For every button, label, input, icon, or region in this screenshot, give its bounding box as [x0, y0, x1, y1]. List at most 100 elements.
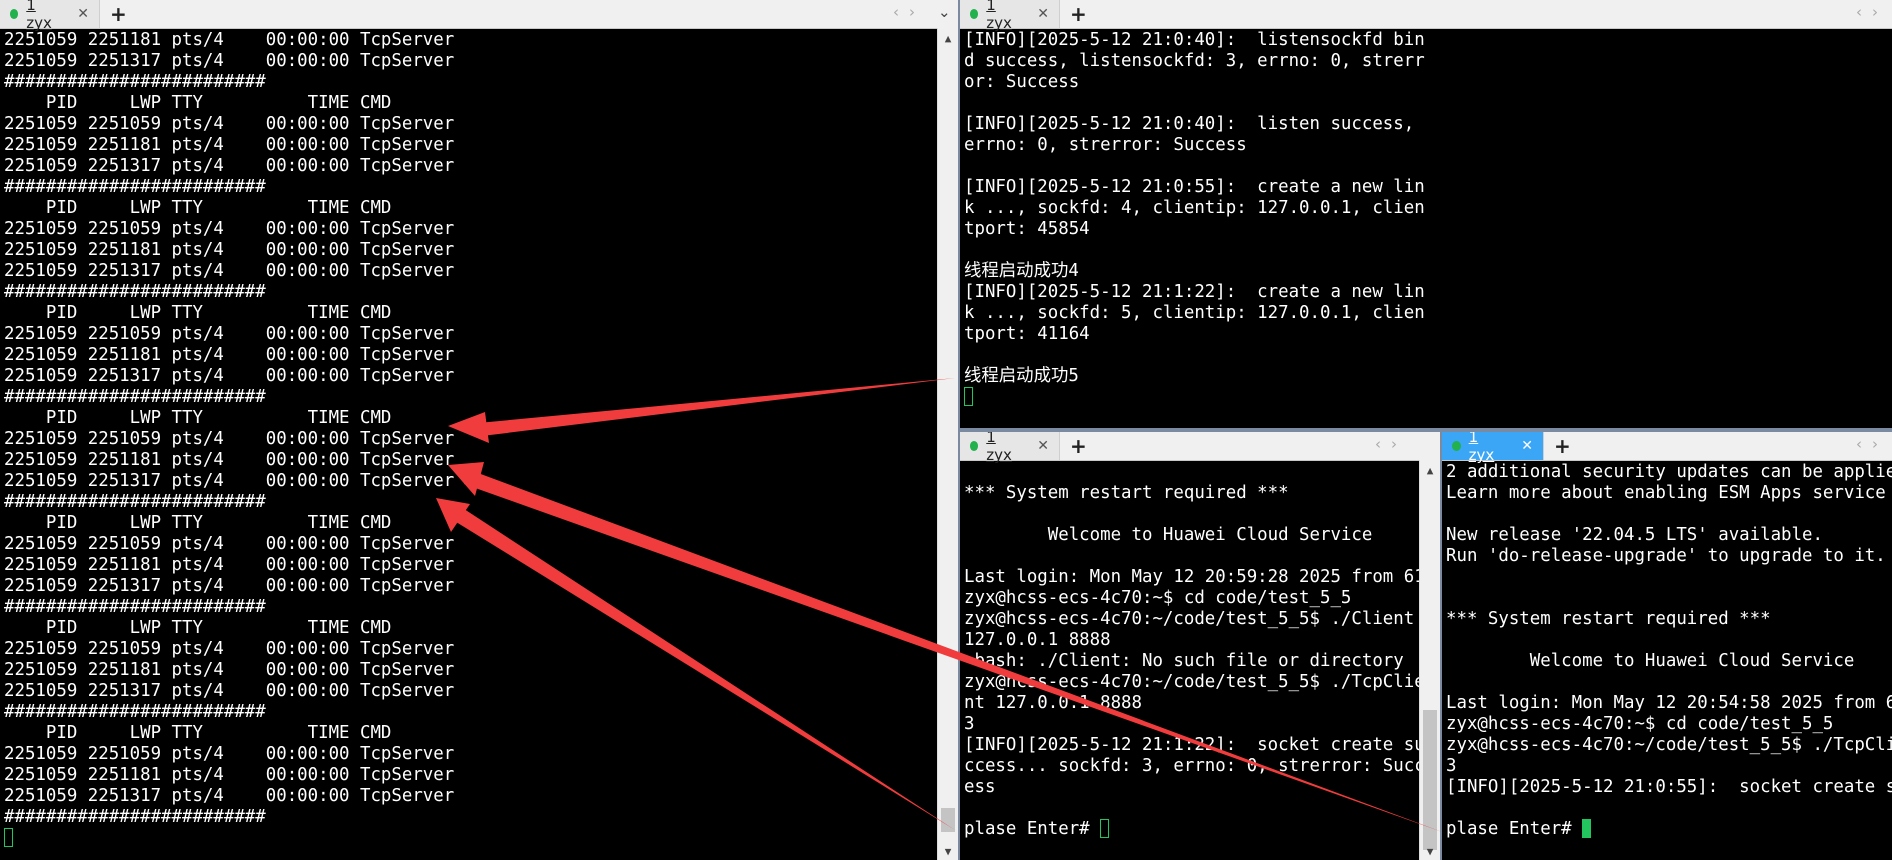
left-terminal-pane: 1 zyx ✕ + ‹› ⌄ 2251059 2251181 pts/4 00:… — [0, 0, 958, 860]
terminal-output[interactable]: *** System restart required *** Welcome … — [964, 462, 1425, 860]
chevron-left-icon[interactable]: ‹ — [893, 3, 909, 21]
scroll-thumb[interactable] — [1423, 710, 1437, 850]
terminal-line: 2251059 2251181 pts/4 00:00:00 TcpServer — [4, 345, 455, 365]
scrollbar[interactable]: ▲ ▼ — [937, 28, 958, 860]
scrollbar[interactable]: ▲ ▼ — [1419, 460, 1440, 860]
terminal-line: [INFO][2025-5-12 21:0:40]: listen succes… — [964, 114, 1415, 134]
tab-label: 1 zyx — [26, 0, 52, 32]
terminal-line: ######################### — [4, 492, 266, 512]
status-dot-icon — [1452, 441, 1461, 451]
scroll-down-icon[interactable]: ▼ — [938, 845, 958, 858]
terminal-line: PID LWP TTY TIME CMD — [4, 408, 392, 428]
plus-icon[interactable]: + — [1554, 434, 1571, 458]
scroll-up-icon[interactable]: ▲ — [1420, 464, 1440, 477]
tab-nav-arrows[interactable]: ‹› — [1375, 435, 1407, 453]
terminal-line: 2251059 2251059 pts/4 00:00:00 TcpServer — [4, 219, 455, 239]
terminal-line: 2251059 2251181 pts/4 00:00:00 TcpServer — [4, 555, 455, 575]
terminal-line: 2251059 2251181 pts/4 00:00:00 TcpServer — [4, 135, 455, 155]
terminal-line: k ..., sockfd: 5, clientip: 127.0.0.1, c… — [964, 303, 1425, 323]
plus-icon[interactable]: + — [1070, 434, 1087, 458]
tab-nav-arrows[interactable]: ‹› — [1856, 435, 1888, 453]
tab-top-right-1[interactable]: 1 zyx ✕ — [960, 0, 1060, 32]
chevron-left-icon[interactable]: ‹ — [1856, 435, 1872, 453]
terminal-line: Welcome to Huawei Cloud Service — [964, 525, 1373, 545]
terminal-line: d success, listensockfd: 3, errno: 0, st… — [964, 51, 1425, 71]
terminal-line: ccess... sockfd: 3, errno: 0, strerror: … — [964, 756, 1425, 776]
terminal-line: nt 127.0.0.1 8888 — [964, 693, 1142, 713]
text-cursor — [1100, 819, 1110, 838]
close-icon[interactable]: ✕ — [1521, 438, 1533, 454]
tab-left-1[interactable]: 1 zyx ✕ — [0, 0, 100, 32]
terminal-line: ess — [964, 777, 996, 797]
terminal-line: [INFO][2025-5-12 21:0:55]: create a new … — [964, 177, 1425, 197]
plus-icon[interactable]: + — [1070, 2, 1087, 26]
chevron-right-icon[interactable]: › — [1391, 435, 1407, 453]
tab-nav-arrows[interactable]: ‹› — [893, 3, 925, 21]
scroll-down-icon[interactable]: ▼ — [1420, 845, 1440, 858]
tab-label: 1 zyx — [1468, 432, 1495, 464]
terminal-line: zyx@hcss-ecs-4c70:~/code/test_5_5$ ./Tcp… — [964, 672, 1425, 692]
terminal-output[interactable]: 2 additional security updates can be app… — [1446, 462, 1892, 860]
scroll-up-icon[interactable]: ▲ — [938, 32, 958, 45]
terminal-line: errno: 0, strerror: Success — [964, 135, 1247, 155]
prompt-text: plase Enter# — [964, 819, 1101, 839]
terminal-line: Last login: Mon May 12 20:59:28 2025 fro… — [964, 567, 1425, 587]
terminal-line: PID LWP TTY TIME CMD — [4, 93, 392, 113]
terminal-line: New release '22.04.5 LTS' available. — [1446, 525, 1823, 545]
prompt-line[interactable] — [964, 387, 1872, 408]
terminal-line: zyx@hcss-ecs-4c70:~$ cd code/test_5_5 — [1446, 714, 1834, 734]
prompt-line[interactable]: plase Enter# — [1446, 819, 1892, 840]
terminal-line: 2251059 2251317 pts/4 00:00:00 TcpServer — [4, 366, 455, 386]
terminal-line: Welcome to Huawei Cloud Service — [1446, 651, 1855, 671]
terminal-line: 2251059 2251059 pts/4 00:00:00 TcpServer — [4, 534, 455, 554]
chevron-right-icon[interactable]: › — [1872, 435, 1888, 453]
terminal-line: 2 additional security updates can be app… — [1446, 462, 1892, 482]
terminal-line: PID LWP TTY TIME CMD — [4, 723, 392, 743]
text-cursor — [1582, 819, 1592, 838]
terminal-line: 2251059 2251059 pts/4 00:00:00 TcpServer — [4, 114, 455, 134]
chevron-right-icon[interactable]: › — [909, 3, 925, 21]
terminal-line: 2251059 2251317 pts/4 00:00:00 TcpServer — [4, 681, 455, 701]
terminal-line: [INFO][2025-5-12 21:0:40]: listensockfd … — [964, 30, 1425, 50]
prompt-line[interactable]: plase Enter# — [964, 819, 1420, 840]
tab-nav-arrows[interactable]: ‹› — [1856, 3, 1888, 21]
close-icon[interactable]: ✕ — [1037, 6, 1049, 22]
plus-icon[interactable]: + — [110, 2, 127, 26]
terminal-line: 127.0.0.1 8888 — [964, 630, 1111, 650]
close-icon[interactable]: ✕ — [77, 6, 89, 22]
terminal-output[interactable]: [INFO][2025-5-12 21:0:40]: listensockfd … — [964, 30, 1872, 428]
terminal-line: 2251059 2251181 pts/4 00:00:00 TcpServer — [4, 660, 455, 680]
chevron-down-icon[interactable]: ⌄ — [938, 3, 958, 21]
chevron-left-icon[interactable]: ‹ — [1856, 3, 1872, 21]
terminal-line: tport: 45854 — [964, 219, 1090, 239]
text-cursor — [964, 387, 973, 406]
tab-label: 1 zyx — [986, 0, 1012, 32]
terminal-line: 2251059 2251059 pts/4 00:00:00 TcpServer — [4, 429, 455, 449]
scroll-thumb[interactable] — [941, 808, 955, 832]
tab-bottom-middle-1[interactable]: 1 zyx ✕ — [960, 432, 1060, 464]
terminal-line: k ..., sockfd: 4, clientip: 127.0.0.1, c… — [964, 198, 1425, 218]
terminal-line: zyx@hcss-ecs-4c70:~/code/test_5_5$ ./Tcp… — [1446, 735, 1892, 755]
chevron-right-icon[interactable]: › — [1872, 3, 1888, 21]
terminal-output[interactable]: 2251059 2251181 pts/4 00:00:00 TcpServer… — [4, 30, 938, 860]
bottom-right-terminal-pane: 1 zyx ✕ + ‹› 2 additional security updat… — [1442, 432, 1892, 860]
prompt-line[interactable] — [4, 828, 938, 849]
top-right-terminal-pane: 1 zyx ✕ + ‹› [INFO][2025-5-12 21:0:40]: … — [960, 0, 1892, 428]
tab-bottom-right-1[interactable]: 1 zyx ✕ — [1442, 432, 1544, 464]
text-cursor — [4, 828, 13, 847]
chevron-left-icon[interactable]: ‹ — [1375, 435, 1391, 453]
terminal-line: ######################### — [4, 702, 266, 722]
terminal-line: zyx@hcss-ecs-4c70:~/code/test_5_5$ ./Cli… — [964, 609, 1415, 629]
terminal-line: Learn more about enabling ESM Apps servi… — [1446, 483, 1892, 503]
terminal-line: 2251059 2251059 pts/4 00:00:00 TcpServer — [4, 324, 455, 344]
terminal-line: Run 'do-release-upgrade' to upgrade to i… — [1446, 546, 1886, 566]
terminal-line: ######################### — [4, 177, 266, 197]
terminal-line: or: Success — [964, 72, 1080, 92]
terminal-line: 2251059 2251317 pts/4 00:00:00 TcpServer — [4, 261, 455, 281]
close-icon[interactable]: ✕ — [1037, 438, 1049, 454]
